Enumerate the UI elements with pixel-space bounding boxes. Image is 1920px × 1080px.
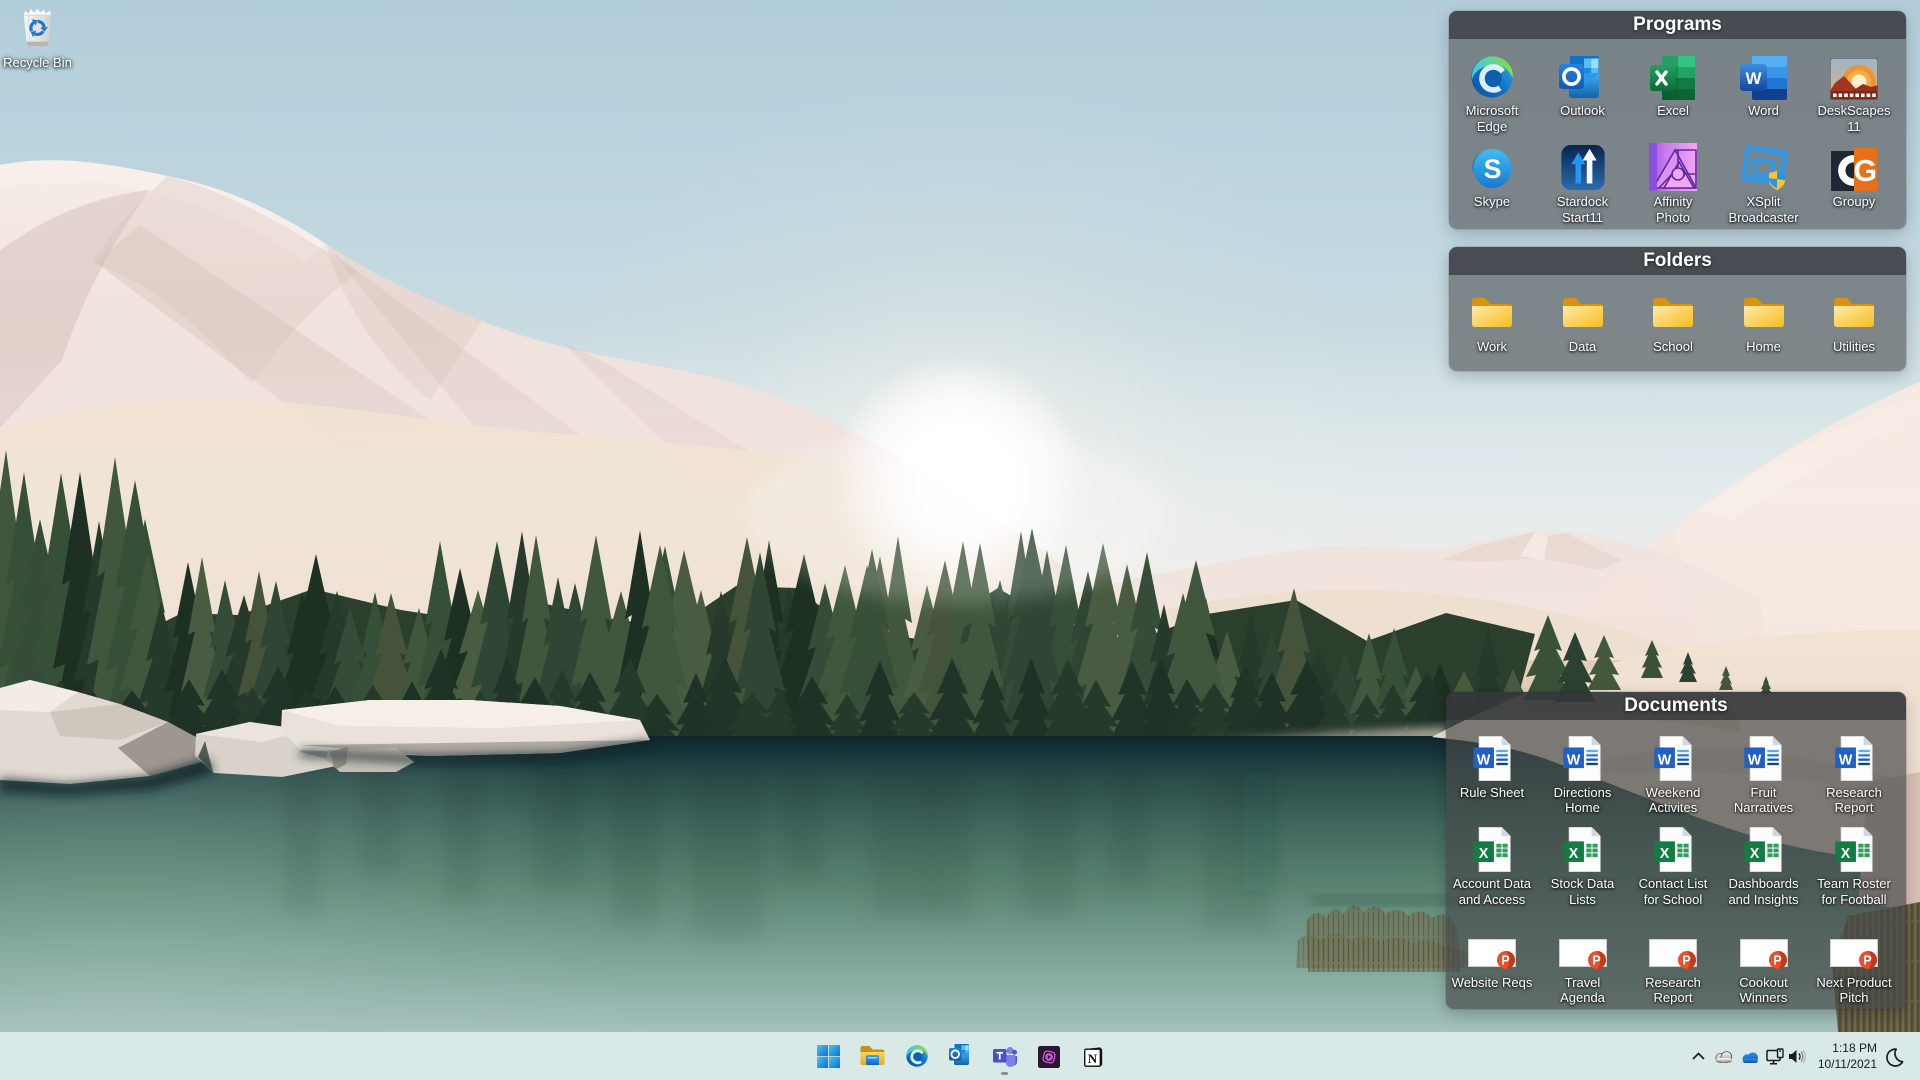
svg-text:X: X	[1569, 846, 1579, 862]
svg-text:P: P	[1773, 953, 1781, 967]
svg-text:X: X	[1478, 846, 1488, 862]
svg-text:G: G	[1853, 155, 1877, 188]
svg-text:P: P	[1863, 953, 1871, 967]
svg-text:W: W	[1745, 69, 1762, 88]
svg-text:P: P	[1682, 953, 1690, 967]
svg-text:W: W	[1838, 752, 1852, 768]
svg-text:P: P	[1501, 953, 1509, 967]
svg-text:N: N	[1088, 1052, 1098, 1066]
svg-text:S: S	[1484, 154, 1502, 184]
svg-text:W: W	[1657, 752, 1671, 768]
svg-text:X: X	[1750, 846, 1760, 862]
svg-text:W: W	[1748, 752, 1762, 768]
svg-text:P: P	[1592, 953, 1600, 967]
svg-text:W: W	[1567, 752, 1581, 768]
svg-text:X: X	[1659, 846, 1669, 862]
svg-text:W: W	[1476, 752, 1490, 768]
svg-text:X: X	[1840, 846, 1850, 862]
